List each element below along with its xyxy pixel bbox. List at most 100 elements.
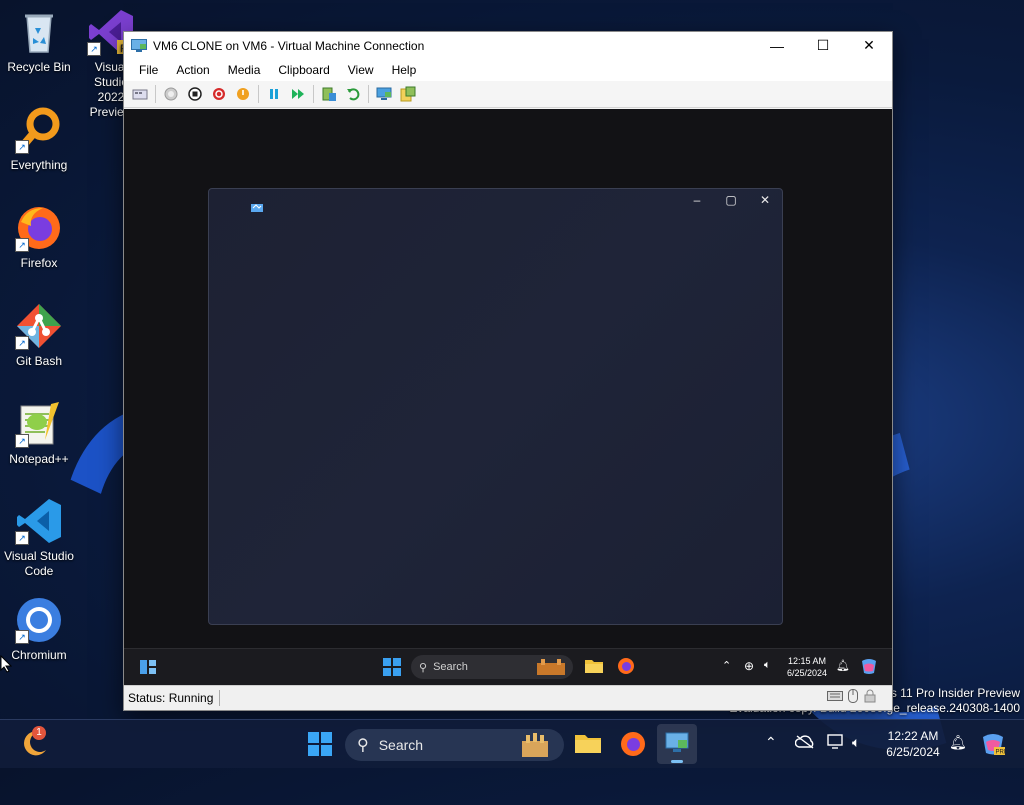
taskbar-firefox-icon[interactable] <box>620 731 646 760</box>
minimize-icon: – <box>693 193 701 207</box>
guest-volume-icon[interactable]: 🔈︎ <box>764 659 771 672</box>
recycle-bin-label: Recycle Bin <box>7 60 71 74</box>
menu-action[interactable]: Action <box>167 63 218 77</box>
network-volume-icon[interactable]: 🔈︎ <box>852 734 860 751</box>
enhanced-session-button[interactable] <box>375 85 393 103</box>
vm-guest-screen[interactable]: – ▢ ✕ ⚲ Search ⌃ ⊕ 🔈︎ 12:15 AM 6/25/2024… <box>124 109 892 685</box>
menu-media[interactable]: Media <box>219 63 270 77</box>
desktop-icon-notepad-plus-plus[interactable]: ↗ Notepad++ <box>2 400 76 467</box>
menu-clipboard[interactable]: Clipboard <box>269 63 338 77</box>
minimize-button[interactable]: — <box>754 32 800 59</box>
widgets-weather-icon[interactable]: 1 <box>20 726 50 761</box>
reset-button[interactable] <box>289 85 307 103</box>
desktop-icon-everything[interactable]: ↗ Everything <box>2 106 76 173</box>
search-icon: ⚲ <box>419 661 428 674</box>
maximize-icon: ☐ <box>816 37 830 53</box>
notepad-plus-plus-label: Notepad++ <box>9 452 69 466</box>
menu-help[interactable]: Help <box>383 63 426 77</box>
firefox-label: Firefox <box>20 256 58 270</box>
menu-view[interactable]: View <box>339 63 383 77</box>
close-button[interactable]: ✕ <box>846 32 892 59</box>
turn-off-icon <box>188 87 202 101</box>
display-icon[interactable] <box>827 734 845 753</box>
copilot-icon[interactable]: PRE <box>980 731 1008 760</box>
guest-notification-bell-icon[interactable]: 🔔︎ <box>836 659 850 672</box>
shortcut-arrow-icon: ↗ <box>15 336 29 350</box>
start-icon <box>164 87 178 101</box>
guest-start-button[interactable] <box>383 658 401 679</box>
taskbar-vm-connection-icon[interactable] <box>657 724 697 764</box>
desktop-icon-firefox[interactable]: ↗ Firefox <box>2 204 76 271</box>
everything-magnifier-icon: ↗ <box>15 106 63 154</box>
taskbar-search-box[interactable]: ⚲ Search <box>345 729 564 761</box>
guest-maximize-button[interactable]: ▢ <box>716 193 746 207</box>
save-state-button[interactable] <box>234 85 252 103</box>
start-button[interactable] <box>308 732 332 759</box>
guest-taskbar: ⚲ Search ⌃ ⊕ 🔈︎ 12:15 AM 6/25/2024 🔔︎ <box>124 648 892 685</box>
notification-count-badge: 1 <box>32 726 46 740</box>
close-icon: ✕ <box>759 193 771 207</box>
onedrive-icon[interactable] <box>794 735 815 752</box>
chromium-label: Chromium <box>11 648 67 662</box>
guest-search-box[interactable]: ⚲ Search <box>411 655 573 679</box>
guest-firefox-icon[interactable] <box>617 657 635 678</box>
shortcut-arrow-icon: ↗ <box>15 531 29 545</box>
windows-logo-icon <box>383 658 401 676</box>
revert-button[interactable] <box>344 85 362 103</box>
guest-file-explorer-icon[interactable] <box>585 658 603 677</box>
turn-off-button[interactable] <box>186 85 204 103</box>
guest-copilot-icon[interactable] <box>860 657 878 678</box>
vm-status-text: Status: Running <box>124 690 221 706</box>
maximize-button[interactable]: ☐ <box>800 32 846 59</box>
vm-menubar: File Action Media Clipboard View Help <box>124 59 892 81</box>
shortcut-arrow-icon: ↗ <box>87 42 101 56</box>
pause-button[interactable] <box>265 85 283 103</box>
taskbar-file-explorer-icon[interactable] <box>575 732 601 757</box>
guest-blank-window[interactable]: – ▢ ✕ <box>208 188 783 625</box>
guest-network-icon[interactable]: ⊕ <box>744 659 754 673</box>
vscode-icon: ↗ <box>15 497 63 545</box>
guest-clock-date: 6/25/2024 <box>786 668 828 678</box>
svg-text:PRE: PRE <box>996 750 1007 756</box>
vm-toolbar <box>124 81 892 108</box>
notification-bell-icon[interactable]: 🔔︎ <box>949 734 967 751</box>
desktop-icon-chromium[interactable]: ↗ Chromium <box>2 596 76 663</box>
keyboard-icon <box>827 690 843 705</box>
vm-titlebar[interactable]: VM6 CLONE on VM6 - Virtual Machine Conne… <box>124 32 892 59</box>
vm-connection-window[interactable]: VM6 CLONE on VM6 - Virtual Machine Conne… <box>123 31 893 711</box>
desktop-icon-git-bash[interactable]: ↗ Git Bash <box>2 302 76 369</box>
taskbar-clock-date: 6/25/2024 <box>886 745 940 759</box>
checkpoint-icon <box>322 87 336 101</box>
mouse-icon <box>848 689 858 706</box>
reset-icon <box>292 89 304 99</box>
maximize-icon: ▢ <box>725 193 737 207</box>
chromium-icon: ↗ <box>15 596 63 644</box>
vscode-label: Visual Studio Code <box>4 549 74 578</box>
save-state-icon <box>237 88 249 100</box>
shortcut-arrow-icon: ↗ <box>15 434 29 448</box>
shut-down-icon <box>213 88 225 100</box>
guest-close-button[interactable]: ✕ <box>750 193 780 207</box>
mouse-cursor-icon <box>0 654 13 676</box>
guest-minimize-button[interactable]: – <box>682 193 712 207</box>
desktop-icon-vscode[interactable]: ↗ Visual Studio Code <box>2 497 76 579</box>
menu-file[interactable]: File <box>130 63 167 77</box>
shortcut-arrow-icon: ↗ <box>15 238 29 252</box>
taskbar-clock[interactable]: 12:22 AM 6/25/2024 <box>876 728 950 760</box>
shortcut-arrow-icon: ↗ <box>15 140 29 154</box>
shut-down-button[interactable] <box>210 85 228 103</box>
guest-chevron-up-icon[interactable]: ⌃ <box>722 659 731 672</box>
vm-window-title: VM6 CLONE on VM6 - Virtual Machine Conne… <box>153 38 425 53</box>
ctrl-alt-del-button[interactable] <box>131 85 149 103</box>
ctrl-alt-del-icon <box>132 89 148 100</box>
chevron-up-icon[interactable]: ⌃ <box>765 734 777 751</box>
pause-icon <box>270 89 278 99</box>
guest-clock[interactable]: 12:15 AM 6/25/2024 <box>784 655 830 679</box>
start-button[interactable] <box>162 85 180 103</box>
close-icon: ✕ <box>863 37 875 53</box>
git-bash-icon: ↗ <box>15 302 63 350</box>
share-button[interactable] <box>399 85 417 103</box>
desktop-icon-recycle-bin[interactable]: Recycle Bin <box>2 8 76 75</box>
guest-widgets-icon[interactable] <box>139 659 157 678</box>
checkpoint-button[interactable] <box>320 85 338 103</box>
